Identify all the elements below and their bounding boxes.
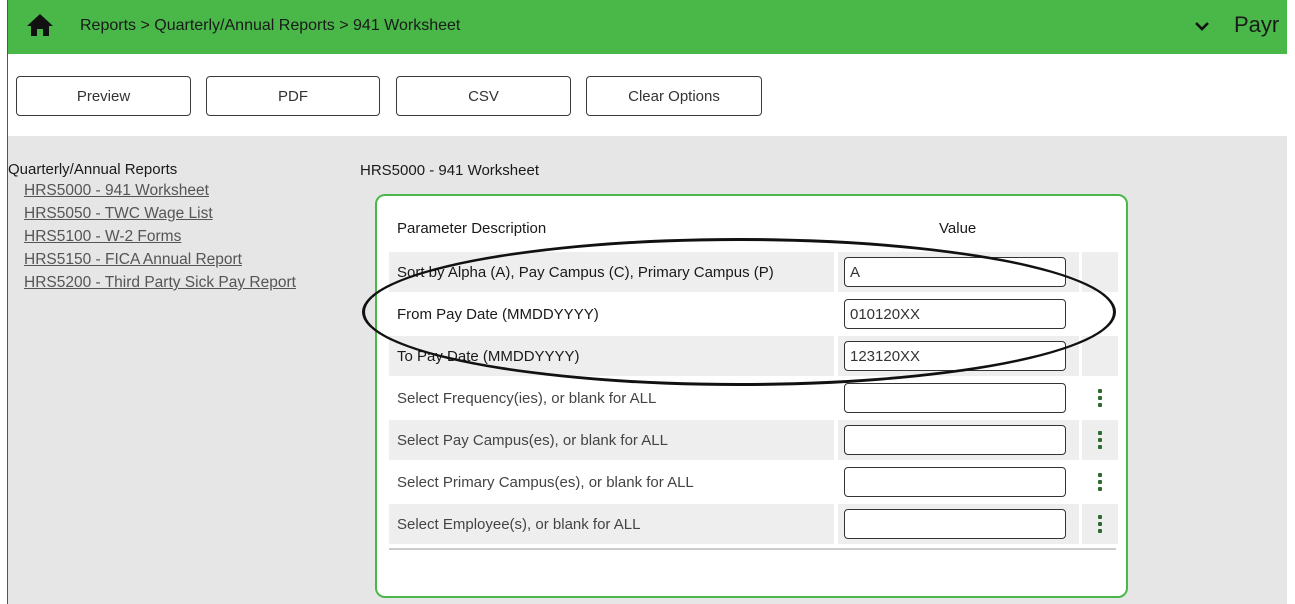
parameter-label: Sort by Alpha (A), Pay Campus (C), Prima… <box>389 252 834 292</box>
home-icon[interactable] <box>26 13 54 37</box>
chevron-down-icon[interactable] <box>1194 19 1210 33</box>
top-bar: Reports > Quarterly/Annual Reports > 941… <box>8 0 1287 54</box>
more-options-icon[interactable] <box>1098 473 1102 491</box>
sidebar-link-hrs5050[interactable]: HRS5050 - TWC Wage List <box>24 205 213 223</box>
parameters-panel: Parameter Description Value Sort by Alph… <box>375 194 1128 598</box>
sidebar-link-hrs5150[interactable]: HRS5150 - FICA Annual Report <box>24 251 242 269</box>
divider <box>389 548 1116 550</box>
pdf-button[interactable]: PDF <box>206 76 380 116</box>
toolbar: Preview PDF CSV Clear Options <box>8 54 1287 136</box>
parameter-row-pay-campus: Select Pay Campus(es), or blank for ALL <box>389 420 1118 460</box>
parameter-label: From Pay Date (MMDDYYYY) <box>397 305 599 323</box>
option-cell <box>1082 336 1118 376</box>
value-cell <box>838 420 1079 460</box>
app-name[interactable]: Payr <box>1234 12 1288 38</box>
from-pay-date-input[interactable] <box>844 299 1066 329</box>
option-cell <box>1082 294 1118 334</box>
parameter-row-frequency: Select Frequency(ies), or blank for ALL <box>389 378 1118 418</box>
content-area: Quarterly/Annual Reports HRS5000 - 941 W… <box>8 136 1287 604</box>
value-header: Value <box>939 220 977 237</box>
more-options-icon[interactable] <box>1098 515 1102 533</box>
preview-button[interactable]: Preview <box>16 76 191 116</box>
value-cell <box>838 462 1079 502</box>
frequency-input[interactable] <box>844 383 1066 413</box>
option-cell <box>1082 462 1118 502</box>
value-cell <box>838 504 1079 544</box>
parameter-label: Select Frequency(ies), or blank for ALL <box>397 389 657 407</box>
value-cell <box>838 294 1079 334</box>
value-cell <box>838 252 1079 292</box>
csv-button[interactable]: CSV <box>396 76 571 116</box>
parameter-label: Select Employee(s), or blank for ALL <box>389 504 834 544</box>
breadcrumb: Reports > Quarterly/Annual Reports > 941… <box>80 17 461 34</box>
sidebar-link-hrs5000[interactable]: HRS5000 - 941 Worksheet <box>24 182 209 200</box>
more-options-icon[interactable] <box>1098 389 1102 407</box>
option-cell <box>1082 252 1118 292</box>
option-cell <box>1082 420 1118 460</box>
parameter-label: To Pay Date (MMDDYYYY) <box>389 336 834 376</box>
parameter-label: Select Pay Campus(es), or blank for ALL <box>389 420 834 460</box>
parameter-row-to-date: To Pay Date (MMDDYYYY) <box>389 336 1118 376</box>
pay-campus-input[interactable] <box>844 425 1066 455</box>
parameter-label: Select Primary Campus(es), or blank for … <box>397 473 694 491</box>
parameter-row-employee: Select Employee(s), or blank for ALL <box>389 504 1118 544</box>
option-cell <box>1082 378 1118 418</box>
page-title: HRS5000 - 941 Worksheet <box>360 162 539 179</box>
clear-options-button[interactable]: Clear Options <box>586 76 762 116</box>
employee-input[interactable] <box>844 509 1066 539</box>
option-cell <box>1082 504 1118 544</box>
parameter-description-header: Parameter Description <box>397 220 547 237</box>
sidebar-link-hrs5100[interactable]: HRS5100 - W-2 Forms <box>24 228 181 246</box>
value-cell <box>838 336 1079 376</box>
more-options-icon[interactable] <box>1098 431 1102 449</box>
to-pay-date-input[interactable] <box>844 341 1066 371</box>
primary-campus-input[interactable] <box>844 467 1066 497</box>
value-cell <box>838 378 1079 418</box>
parameter-row-from-date: From Pay Date (MMDDYYYY) <box>389 294 1118 334</box>
parameter-row-primary-campus: Select Primary Campus(es), or blank for … <box>389 462 1118 502</box>
sidebar-link-hrs5200[interactable]: HRS5200 - Third Party Sick Pay Report <box>24 274 296 292</box>
sidebar-title: Quarterly/Annual Reports <box>8 161 178 178</box>
sort-by-input[interactable] <box>844 257 1066 287</box>
parameter-row-sort: Sort by Alpha (A), Pay Campus (C), Prima… <box>389 252 1118 292</box>
